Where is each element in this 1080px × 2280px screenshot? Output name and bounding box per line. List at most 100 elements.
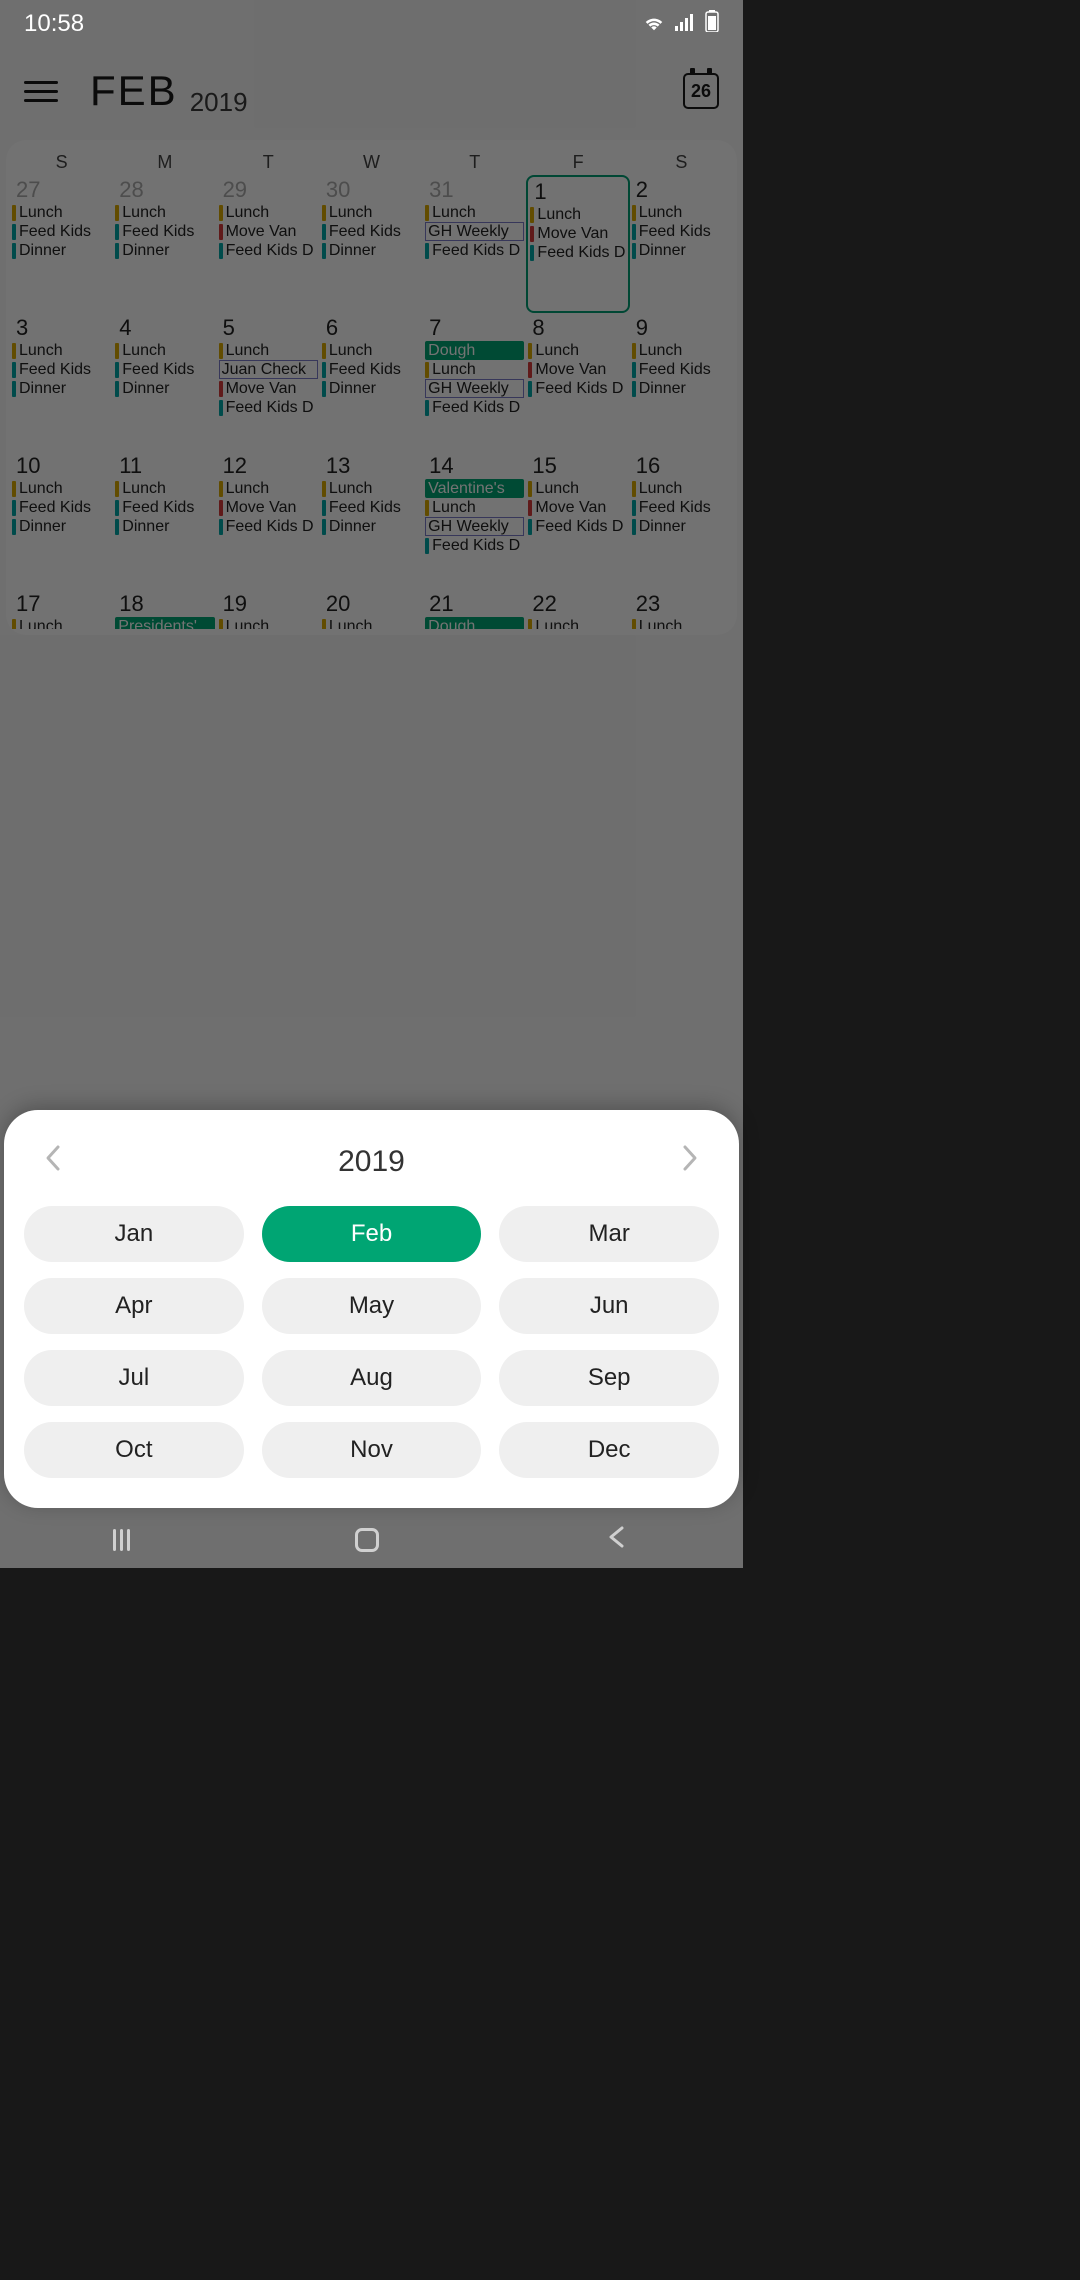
calendar-cell[interactable]: 21Dough [423,589,526,629]
event-chip[interactable]: Move Van [219,498,318,517]
calendar-cell[interactable]: 20Lunch [320,589,423,629]
calendar-cell[interactable]: 18Presidents' [113,589,216,629]
calendar-cell[interactable]: 30LunchFeed KidsDinner [320,175,423,313]
event-chip[interactable]: Presidents' [115,617,214,629]
month-button-dec[interactable]: Dec [499,1422,719,1478]
event-chip[interactable]: Feed Kids D [530,243,625,262]
event-chip[interactable]: Dinner [322,379,421,398]
calendar-cell[interactable]: 16LunchFeed KidsDinner [630,451,733,589]
event-chip[interactable]: Dinner [322,517,421,536]
event-chip[interactable]: Feed Kids [12,498,111,517]
calendar-cell[interactable]: 29LunchMove VanFeed Kids D [217,175,320,313]
header-year[interactable]: 2019 [190,87,248,122]
calendar-cell[interactable]: 15LunchMove VanFeed Kids D [526,451,629,589]
event-chip[interactable]: Lunch [12,341,111,360]
today-button[interactable]: 26 [683,73,719,109]
event-chip[interactable]: Dinner [12,379,111,398]
event-chip[interactable]: Feed Kids [632,498,731,517]
event-chip[interactable]: Lunch [632,341,731,360]
event-chip[interactable]: Lunch [219,203,318,222]
event-chip[interactable]: Feed Kids [115,498,214,517]
calendar-cell[interactable]: 17Lunch [10,589,113,629]
month-button-may[interactable]: May [262,1278,482,1334]
event-chip[interactable]: Feed Kids [115,360,214,379]
calendar-cell[interactable]: 2LunchFeed KidsDinner [630,175,733,313]
event-chip[interactable]: Lunch [219,341,318,360]
menu-icon[interactable] [24,81,58,102]
event-chip[interactable]: GH Weekly [425,517,524,536]
event-chip[interactable]: Lunch [115,479,214,498]
event-chip[interactable]: Dinner [115,517,214,536]
calendar-cell[interactable]: 10LunchFeed KidsDinner [10,451,113,589]
calendar-cell[interactable]: 7DoughLunchGH WeeklyFeed Kids D [423,313,526,451]
event-chip[interactable]: Feed Kids D [219,241,318,260]
event-chip[interactable]: Dinner [632,241,731,260]
event-chip[interactable]: Lunch [528,341,627,360]
event-chip[interactable]: Dinner [115,241,214,260]
calendar-cell[interactable]: 9LunchFeed KidsDinner [630,313,733,451]
event-chip[interactable]: Feed Kids D [425,241,524,260]
event-chip[interactable]: Feed Kids [12,222,111,241]
prev-year-button[interactable] [34,1138,72,1186]
event-chip[interactable]: Lunch [322,341,421,360]
month-button-sep[interactable]: Sep [499,1350,719,1406]
calendar-cell[interactable]: 13LunchFeed KidsDinner [320,451,423,589]
event-chip[interactable]: Dough [425,617,524,629]
event-chip[interactable]: Move Van [219,222,318,241]
event-chip[interactable]: Feed Kids [322,360,421,379]
calendar-cell[interactable]: 28LunchFeed KidsDinner [113,175,216,313]
calendar-cell[interactable]: 6LunchFeed KidsDinner [320,313,423,451]
event-chip[interactable]: Lunch [115,203,214,222]
next-year-button[interactable] [671,1138,709,1186]
event-chip[interactable]: Lunch [528,617,627,629]
home-button[interactable] [355,1528,379,1552]
event-chip[interactable]: Lunch [530,205,625,224]
event-chip[interactable]: Lunch [632,617,731,629]
event-chip[interactable]: Lunch [322,479,421,498]
calendar-cell[interactable]: 8LunchMove VanFeed Kids D [526,313,629,451]
event-chip[interactable]: Feed Kids D [425,398,524,417]
event-chip[interactable]: Dough [425,341,524,360]
calendar-cell[interactable]: 4LunchFeed KidsDinner [113,313,216,451]
month-button-oct[interactable]: Oct [24,1422,244,1478]
event-chip[interactable]: GH Weekly [425,222,524,241]
month-button-apr[interactable]: Apr [24,1278,244,1334]
calendar-cell[interactable]: 31LunchGH WeeklyFeed Kids D [423,175,526,313]
calendar-cell[interactable]: 19Lunch [217,589,320,629]
event-chip[interactable]: Lunch [12,479,111,498]
event-chip[interactable]: Feed Kids D [219,398,318,417]
event-chip[interactable]: Lunch [12,203,111,222]
event-chip[interactable]: Juan Check [219,360,318,379]
event-chip[interactable]: Lunch [322,203,421,222]
event-chip[interactable]: Lunch [632,479,731,498]
month-button-jun[interactable]: Jun [499,1278,719,1334]
event-chip[interactable]: Move Van [219,379,318,398]
calendar-cell[interactable]: 1LunchMove VanFeed Kids D [526,175,629,313]
month-button-jan[interactable]: Jan [24,1206,244,1262]
month-button-nov[interactable]: Nov [262,1422,482,1478]
event-chip[interactable]: Dinner [632,517,731,536]
event-chip[interactable]: Dinner [12,241,111,260]
event-chip[interactable]: Lunch [425,498,524,517]
event-chip[interactable]: Lunch [12,617,111,629]
calendar-cell[interactable]: 5LunchJuan CheckMove VanFeed Kids D [217,313,320,451]
calendar-cell[interactable]: 22Lunch [526,589,629,629]
event-chip[interactable]: Move Van [530,224,625,243]
event-chip[interactable]: Feed Kids D [425,536,524,555]
event-chip[interactable]: Dinner [12,517,111,536]
recents-button[interactable] [113,1529,130,1551]
event-chip[interactable]: Move Van [528,498,627,517]
event-chip[interactable]: Lunch [425,360,524,379]
event-chip[interactable]: Lunch [219,617,318,629]
event-chip[interactable]: Lunch [528,479,627,498]
month-button-jul[interactable]: Jul [24,1350,244,1406]
calendar-cell[interactable]: 27LunchFeed KidsDinner [10,175,113,313]
event-chip[interactable]: Lunch [425,203,524,222]
event-chip[interactable]: Feed Kids D [528,517,627,536]
event-chip[interactable]: Lunch [632,203,731,222]
back-button[interactable] [604,1524,630,1557]
calendar-cell[interactable]: 14Valentine'sLunchGH WeeklyFeed Kids D [423,451,526,589]
event-chip[interactable]: Feed Kids D [219,517,318,536]
picker-year[interactable]: 2019 [338,1145,405,1179]
event-chip[interactable]: GH Weekly [425,379,524,398]
